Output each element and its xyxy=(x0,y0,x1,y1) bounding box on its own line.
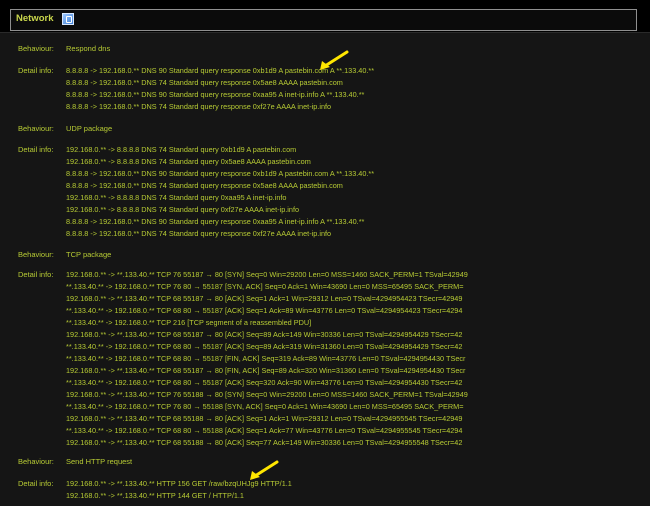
packet-line: 192.168.0.** -> 8.8.8.8 DNS 74 Standard … xyxy=(66,157,311,166)
packet-line: 192.168.0.** -> 8.8.8.8 DNS 74 Standard … xyxy=(66,205,300,214)
packet-line: **.133.40.** -> 192.168.0.** TCP 68 80 →… xyxy=(66,306,463,315)
packet-line: 192.168.0.** -> **.133.40.** TCP 76 5518… xyxy=(66,390,468,399)
packet-line: **.133.40.** -> 192.168.0.** TCP 68 80 →… xyxy=(66,354,466,363)
annotation-arrow-icon xyxy=(320,50,349,70)
behaviour-row: Behaviour: Send HTTP request xyxy=(0,456,650,468)
packet-line: **.133.40.** -> 192.168.0.** TCP 68 80 →… xyxy=(66,342,463,351)
packet-line: 192.168.0.** -> **.133.40.** TCP 68 5518… xyxy=(66,414,463,423)
packet-line: 192.168.0.** -> **.133.40.** TCP 68 5518… xyxy=(66,366,466,375)
behaviour-label: Behaviour: xyxy=(18,124,54,133)
packet-line: **.133.40.** -> 192.168.0.** TCP 76 80 →… xyxy=(66,402,464,411)
detail-label: Detail info: xyxy=(18,145,54,154)
packet-line: 192.168.0.** -> **.133.40.** TCP 68 5518… xyxy=(66,294,463,303)
packet-line: 8.8.8.8 -> 192.168.0.** DNS 74 Standard … xyxy=(66,181,343,190)
behaviour-row: Behaviour: TCP package xyxy=(0,249,650,261)
packet-line: **.133.40.** -> 192.168.0.** TCP 68 80 →… xyxy=(66,378,463,387)
annotation-arrow-icon xyxy=(250,460,279,480)
behaviour-row: Behaviour: UDP package xyxy=(0,123,650,135)
packet-line: 192.168.0.** -> **.133.40.** TCP 76 5518… xyxy=(66,270,468,279)
behaviour-label: Behaviour: xyxy=(18,44,54,53)
behaviour-value: TCP package xyxy=(66,250,112,259)
packet-line: 8.8.8.8 -> 192.168.0.** DNS 90 Standard … xyxy=(66,169,375,178)
packet-line: 8.8.8.8 -> 192.168.0.** DNS 90 Standard … xyxy=(66,90,365,99)
packet-line: 8.8.8.8 -> 192.168.0.** DNS 74 Standard … xyxy=(66,229,332,238)
packet-line: 8.8.8.8 -> 192.168.0.** DNS 74 Standard … xyxy=(66,78,343,87)
behaviour-label: Behaviour: xyxy=(18,250,54,259)
packet-line: **.133.40.** -> 192.168.0.** TCP 76 80 →… xyxy=(66,282,464,291)
packet-line: **.133.40.** -> 192.168.0.** TCP 216 [TC… xyxy=(66,318,312,327)
packet-line: 8.8.8.8 -> 192.168.0.** DNS 90 Standard … xyxy=(66,217,365,226)
packet-line: 8.8.8.8 -> 192.168.0.** DNS 90 Standard … xyxy=(66,66,375,75)
packet-line: 192.168.0.** -> 8.8.8.8 DNS 74 Standard … xyxy=(66,145,297,154)
packet-line: 8.8.8.8 -> 192.168.0.** DNS 74 Standard … xyxy=(66,102,332,111)
behaviour-label: Behaviour: xyxy=(18,457,54,466)
behaviour-value: Send HTTP request xyxy=(66,457,133,466)
network-icon[interactable] xyxy=(62,13,74,25)
packet-line: 192.168.0.** -> **.133.40.** HTTP 156 GE… xyxy=(66,479,292,488)
section-title: Network xyxy=(16,13,54,24)
packet-line: 192.168.0.** -> **.133.40.** TCP 68 5518… xyxy=(66,438,463,447)
detail-label: Detail info: xyxy=(18,66,54,75)
behaviour-value: UDP package xyxy=(66,124,113,133)
packet-line: 192.168.0.** -> 8.8.8.8 DNS 74 Standard … xyxy=(66,193,287,202)
behaviour-value: Respond dns xyxy=(66,44,111,53)
network-header: Network xyxy=(10,9,637,31)
packet-line: 192.168.0.** -> **.133.40.** HTTP 144 GE… xyxy=(66,491,244,500)
detail-label: Detail info: xyxy=(18,270,54,279)
packet-line: 192.168.0.** -> **.133.40.** TCP 68 5518… xyxy=(66,330,463,339)
detail-label: Detail info: xyxy=(18,479,54,488)
packet-line: **.133.40.** -> 192.168.0.** TCP 68 80 →… xyxy=(66,426,463,435)
network-details-panel: Behaviour: Respond dns Detail info: 8.8.… xyxy=(0,32,650,506)
